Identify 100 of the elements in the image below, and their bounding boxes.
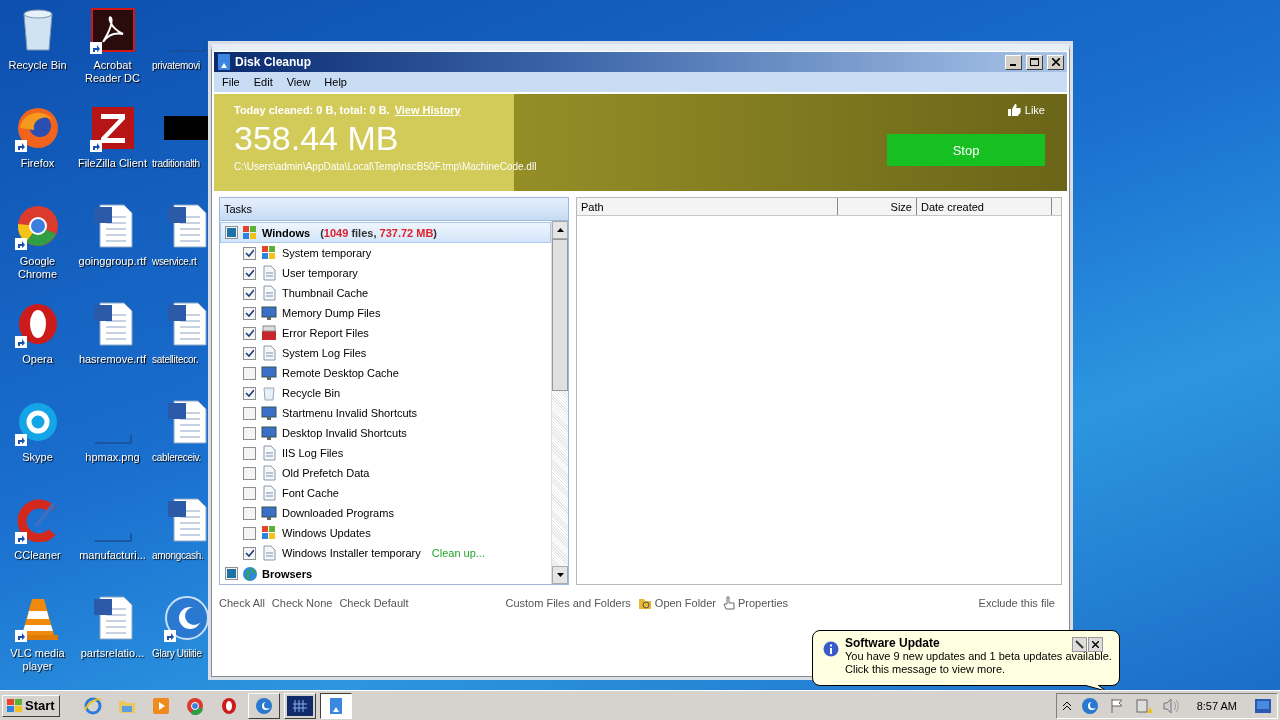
desktop-icon-label[interactable]: Acrobat Reader DC [76, 59, 149, 85]
desktop-icon-label[interactable]: goinggroup.rtf [78, 255, 147, 268]
task-label: Desktop Invalid Shortcuts [282, 427, 407, 439]
start-button[interactable]: Start [2, 694, 60, 717]
checkbox[interactable] [243, 386, 256, 400]
desktop-icon-label[interactable]: Google Chrome [1, 255, 74, 281]
checkbox[interactable] [225, 567, 238, 580]
action-link[interactable]: Exclude this file [978, 597, 1055, 609]
close-button[interactable] [1088, 637, 1103, 652]
notification-balloon[interactable]: Software Update You have 9 new updates and 1 beta updates available. Click this message to view more. [812, 630, 1120, 686]
action-link[interactable]: Check None [271, 597, 333, 609]
desktop-icon-label[interactable]: Recycle Bin [8, 59, 67, 72]
monitor-icon [261, 305, 277, 321]
maximize-button[interactable] [1026, 54, 1043, 70]
desktop-icon-label[interactable]: Glary Utilitie [150, 647, 202, 660]
chevron-up-icon[interactable] [1062, 700, 1071, 711]
document-icon [261, 545, 277, 561]
blank-thumbnail-icon [167, 42, 207, 52]
internet-explorer-icon[interactable] [83, 696, 102, 715]
opera-icon[interactable] [219, 696, 238, 715]
checkbox[interactable] [243, 506, 256, 520]
desktop-icon-label[interactable]: Opera [22, 353, 53, 366]
task-group-row[interactable]: Windows (1049 files, 737.72 MB) [220, 222, 551, 243]
group-name: Windows [262, 226, 311, 239]
disk-cleanup-icon [328, 696, 343, 715]
document-icon [261, 265, 277, 281]
column-header[interactable]: Size [838, 198, 917, 215]
folder-search-icon [637, 596, 652, 610]
column-header[interactable]: Path [577, 198, 838, 215]
checkbox[interactable] [243, 366, 256, 380]
blank-thumbnail-icon [92, 434, 133, 444]
desktop-icon-label[interactable]: VLC media player [1, 647, 74, 673]
monitor-icon [261, 425, 277, 441]
cleaned-size: 358.44 MB [234, 118, 400, 158]
desktop-icon-label[interactable]: manufacturi... [79, 549, 146, 562]
checkbox[interactable] [243, 346, 256, 360]
checkbox[interactable] [243, 326, 256, 340]
action-link[interactable]: Custom Files and Folders [505, 597, 631, 609]
desktop-icon-label[interactable]: hpmax.png [85, 451, 140, 464]
desktop-icon-label[interactable]: partsrelatio... [80, 647, 145, 660]
scroll-down-icon[interactable] [556, 573, 564, 577]
wrench-icon [1075, 640, 1084, 649]
checkbox[interactable] [243, 526, 256, 540]
task-group-row[interactable]: Browsers [220, 563, 551, 584]
thumbnail-icon [164, 116, 210, 140]
desktop-icon-label[interactable]: traditionalth [150, 157, 200, 170]
checkbox[interactable] [243, 466, 256, 480]
scrollbar[interactable] [551, 221, 568, 584]
windows-logo-icon [7, 698, 23, 713]
clock[interactable]: 8:57 AM [1196, 699, 1237, 712]
action-link[interactable]: Properties [723, 596, 789, 610]
taskbar-button[interactable] [319, 692, 352, 719]
scroll-up-icon[interactable] [556, 228, 564, 232]
blank-thumbnail-icon [92, 532, 133, 542]
task-label: Windows Updates [282, 527, 371, 539]
options-button[interactable] [1072, 637, 1087, 652]
maximize-icon [1030, 58, 1039, 66]
speaker-icon[interactable] [1162, 697, 1179, 714]
menu-item[interactable]: Edit [247, 76, 281, 88]
filezilla-icon [90, 106, 135, 150]
desktop-icon-label[interactable]: privatemovi [150, 59, 200, 72]
like-button[interactable]: Like [1007, 104, 1045, 116]
task-label: Error Report Files [282, 327, 369, 339]
checkbox[interactable] [225, 226, 238, 239]
minimize-button[interactable] [1005, 54, 1022, 70]
action-link[interactable]: Open Folder [637, 596, 716, 610]
checkbox[interactable] [243, 446, 256, 460]
menu-item[interactable]: File [216, 76, 248, 88]
desktop-icon-label[interactable]: satellitecor. [150, 353, 199, 366]
grid-app-icon [286, 695, 313, 716]
show-desktop-icon[interactable] [1255, 698, 1271, 713]
chrome-icon[interactable] [185, 696, 204, 715]
document-icon [261, 285, 277, 301]
desktop-icon-label[interactable]: FileZilla Client [77, 157, 148, 170]
checkbox[interactable] [243, 286, 256, 300]
desktop-icon-label[interactable]: amongcash. [150, 549, 204, 562]
action-link[interactable]: Check All [219, 597, 265, 609]
document-icon [261, 445, 277, 461]
chrome-icon [15, 204, 60, 248]
menu-item[interactable]: View [280, 76, 319, 88]
checkbox[interactable] [243, 306, 256, 320]
task-label: System Log Files [282, 347, 367, 359]
action-link[interactable]: Check Default [339, 597, 409, 609]
task-label: Old Prefetch Data [282, 467, 370, 479]
checkbox[interactable] [243, 246, 256, 260]
checkbox[interactable] [243, 486, 256, 500]
column-header[interactable]: Date created [917, 198, 1052, 215]
desktop-icon-label[interactable]: Skype [22, 451, 53, 464]
desktop-icon-label[interactable]: hasremove.rtf [78, 353, 147, 366]
desktop-icon-label[interactable]: CCleaner [14, 549, 61, 562]
desktop-icon-label[interactable]: Firefox [20, 157, 55, 170]
checkbox[interactable] [243, 426, 256, 440]
desktop-icon-label[interactable]: cablereceiv. [150, 451, 202, 464]
group-stats: (1049 files, 737.72 MB) [320, 226, 437, 239]
flag-icon[interactable] [1108, 697, 1125, 714]
desktop-icon-label[interactable]: wservice.rt [150, 255, 197, 268]
checkbox[interactable] [243, 546, 256, 560]
checkbox[interactable] [243, 266, 256, 280]
checkbox[interactable] [243, 406, 256, 420]
menu-item[interactable]: Help [318, 76, 355, 88]
